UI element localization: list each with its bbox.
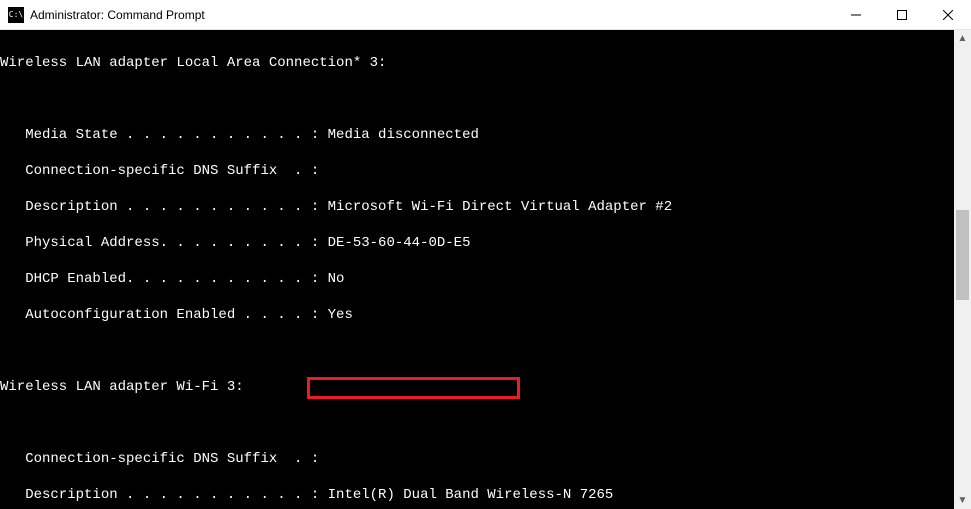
blank-line [0,90,971,108]
cmd-icon: C:\ [8,7,24,23]
media-state: Media State . . . . . . . . . . . : Medi… [0,126,971,144]
dns-suffix: Connection-specific DNS Suffix . : [0,450,971,468]
minimize-button[interactable] [833,0,879,30]
scroll-down-arrow-icon[interactable]: ▼ [954,492,971,509]
maximize-button[interactable] [879,0,925,30]
adapter-header: Wireless LAN adapter Local Area Connecti… [0,54,971,72]
scroll-up-arrow-icon[interactable]: ▲ [954,30,971,47]
description: Description . . . . . . . . . . . : Micr… [0,198,971,216]
physical-address: Physical Address. . . . . . . . . : DE-5… [0,234,971,252]
autoconfig-enabled: Autoconfiguration Enabled . . . . : Yes [0,306,971,324]
dhcp-enabled: DHCP Enabled. . . . . . . . . . . : No [0,270,971,288]
close-button[interactable] [925,0,971,30]
titlebar[interactable]: C:\ Administrator: Command Prompt [0,0,971,30]
window-title: Administrator: Command Prompt [30,8,205,22]
terminal-output[interactable]: Wireless LAN adapter Local Area Connecti… [0,30,971,509]
blank-line [0,414,971,432]
description: Description . . . . . . . . . . . : Inte… [0,486,971,504]
adapter-header: Wireless LAN adapter Wi-Fi 3: [0,378,971,396]
scrollbar-thumb[interactable] [956,210,969,300]
dns-suffix: Connection-specific DNS Suffix . : [0,162,971,180]
vertical-scrollbar[interactable]: ▲ ▼ [954,30,971,509]
blank-line [0,342,971,360]
